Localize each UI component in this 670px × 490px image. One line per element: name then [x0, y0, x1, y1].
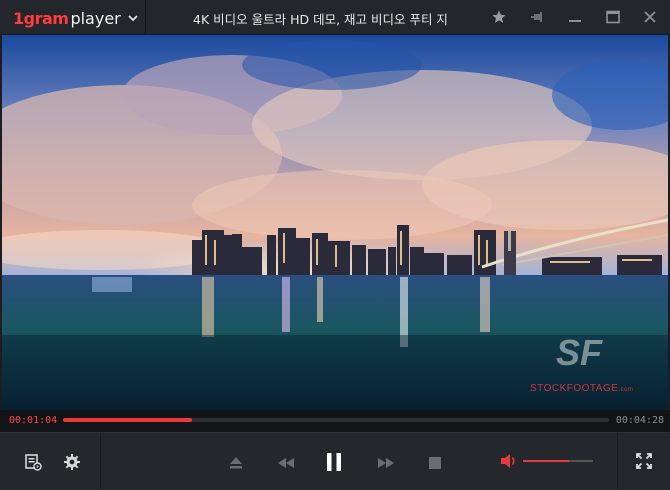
pin-icon[interactable] [530, 9, 546, 25]
pause-icon[interactable] [324, 452, 344, 472]
close-icon[interactable] [642, 9, 658, 25]
stop-icon[interactable] [429, 457, 441, 469]
maximize-icon[interactable] [605, 9, 621, 25]
chevron-down-icon [128, 15, 138, 22]
logo-product: player [70, 8, 121, 28]
volume-icon[interactable] [500, 453, 518, 469]
video-scene: SF STOCKFOOTAGE.com [2, 35, 668, 410]
seek-progress [63, 418, 192, 422]
gear-icon[interactable] [63, 453, 81, 471]
minimize-icon[interactable] [567, 9, 583, 25]
control-bar [0, 432, 670, 490]
playlist-icon[interactable] [24, 453, 42, 471]
seek-bar[interactable] [63, 418, 609, 422]
fast-forward-icon[interactable] [377, 457, 395, 469]
current-time: 00:01:04 [9, 415, 58, 426]
eject-icon[interactable] [228, 456, 244, 470]
video-title: 4K 비디오 울트라 HD 데모, 재고 비디오 푸티 지 [193, 12, 448, 27]
fullscreen-icon[interactable] [636, 453, 652, 469]
rewind-icon[interactable] [277, 457, 295, 469]
seek-bar-area: 00:01:04 00:04:28 [0, 410, 670, 432]
watermark-text: STOCKFOOTAGE.com [530, 383, 633, 394]
volume-level [523, 460, 569, 462]
app-menu-button[interactable]: 1gram player [13, 8, 139, 28]
title-bar: 1gram player 4K 비디오 울트라 HD 데모, 재고 비디오 푸티… [0, 0, 670, 35]
star-icon[interactable] [491, 9, 507, 25]
video-frame[interactable]: SF STOCKFOOTAGE.com [2, 35, 668, 410]
total-time: 00:04:28 [615, 415, 664, 426]
control-divider [617, 433, 618, 490]
watermark-logo: SF [556, 332, 603, 373]
logo-brand: 1gram [13, 8, 69, 28]
control-divider [100, 433, 101, 490]
title-divider [145, 0, 146, 34]
volume-slider[interactable] [523, 460, 593, 462]
